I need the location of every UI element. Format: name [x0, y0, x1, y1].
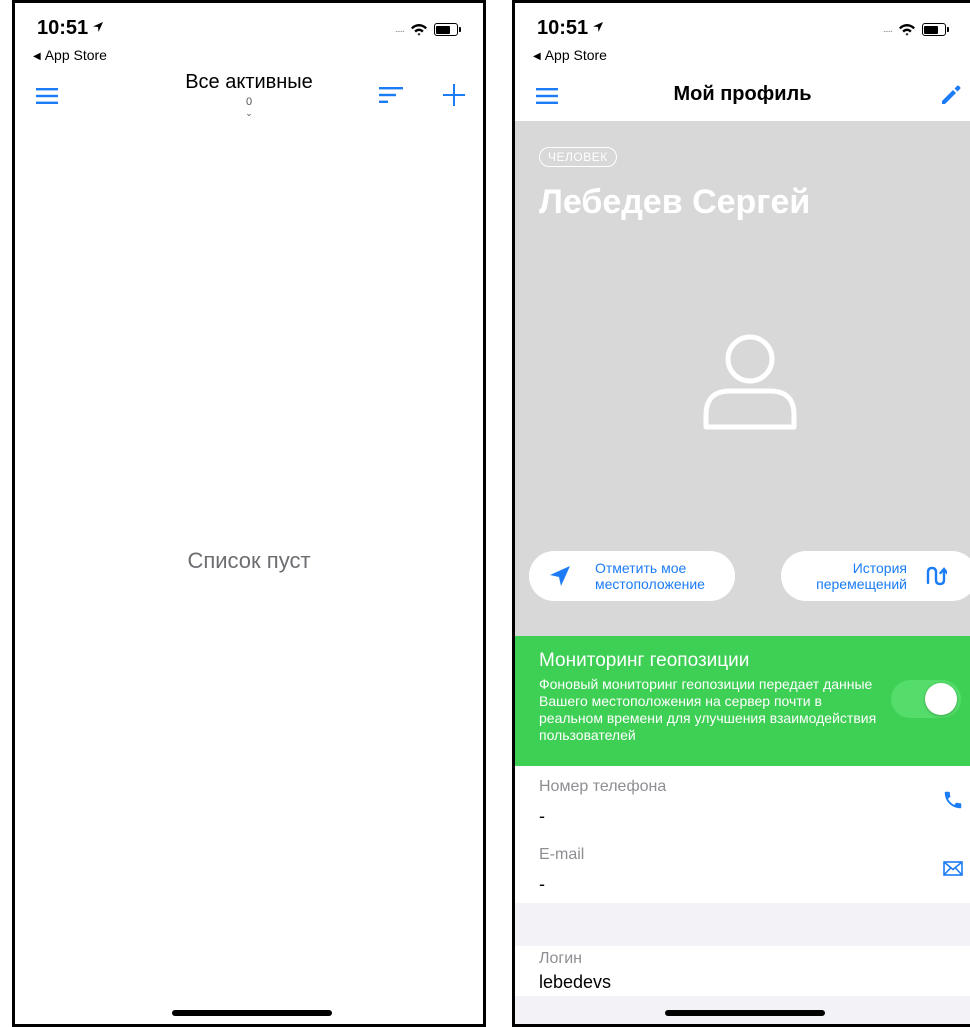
phone-icon: [944, 791, 962, 809]
location-services-icon: [593, 22, 604, 32]
mark-location-button[interactable]: Отметить мое местоположение: [529, 551, 735, 601]
page-title: Мой профиль: [673, 83, 812, 105]
send-email-button[interactable]: [940, 855, 966, 881]
profile-screen: 10:51 ◀ App Store ..... Мой профиль ЧЕЛОВ…: [512, 0, 970, 1027]
active-list-screen: 10:51 ◀App Store ..... Все активные 0 ⌄: [12, 0, 486, 1027]
geo-monitoring-description: Фоновый мониторинг геопозиции передает д…: [539, 676, 877, 743]
email-value: -: [539, 874, 545, 894]
phone-label: Номер телефона: [539, 778, 667, 795]
sort-button[interactable]: [377, 83, 405, 107]
edit-profile-button[interactable]: [937, 81, 965, 109]
list-count-toggle[interactable]: 0 ⌄: [15, 97, 483, 119]
list-count: 0: [245, 96, 253, 108]
battery-icon: [921, 23, 949, 36]
status-icons: .....: [883, 23, 949, 36]
movement-history-button[interactable]: История перемещений: [781, 551, 970, 601]
signal-icon: .....: [395, 24, 405, 35]
home-indicator[interactable]: [172, 1010, 332, 1016]
status-icons: .....: [395, 23, 461, 36]
add-button[interactable]: [440, 81, 468, 109]
geo-monitoring-title: Мониторинг геопозиции: [539, 650, 750, 671]
login-value: lebedevs: [539, 972, 612, 992]
chevron-down-icon: ⌄: [245, 108, 253, 118]
mail-icon: [943, 860, 963, 876]
login-label: Логин: [539, 950, 583, 967]
call-button[interactable]: [940, 787, 966, 813]
email-label: E-mail: [539, 846, 585, 863]
back-to-app-store[interactable]: ◀ App Store: [33, 47, 107, 63]
signal-icon: .....: [883, 24, 893, 35]
history-icon: [926, 566, 947, 586]
battery-icon: [433, 23, 461, 36]
status-bar-time: 10:51: [37, 17, 104, 40]
empty-list-message: Список пуст: [187, 548, 311, 573]
edit-icon: [942, 85, 961, 104]
wifi-icon: [898, 24, 915, 36]
avatar-icon: [703, 334, 797, 430]
back-to-app-store[interactable]: ◀ App Store: [533, 47, 607, 63]
plus-icon: [443, 84, 465, 106]
profile-header: ЧЕЛОВЕК Лебедев Сергей Отметить мое мест…: [515, 121, 970, 636]
status-bar-time: 10:51: [537, 17, 604, 40]
wifi-icon: [410, 24, 427, 36]
page-title: Все активные: [185, 71, 313, 93]
location-arrow-icon: [550, 566, 570, 586]
geo-monitoring-panel: Мониторинг геопозиции Фоновый мониторинг…: [515, 636, 970, 766]
geo-monitoring-toggle[interactable]: [891, 680, 961, 718]
profile-name: Лебедев Сергей: [539, 183, 811, 221]
section-separator: [515, 903, 970, 946]
location-services-icon: [93, 22, 104, 32]
entity-type-badge: ЧЕЛОВЕК: [539, 147, 617, 167]
home-indicator[interactable]: [665, 1010, 825, 1016]
phone-value: -: [539, 806, 545, 826]
sort-icon: [379, 87, 403, 103]
